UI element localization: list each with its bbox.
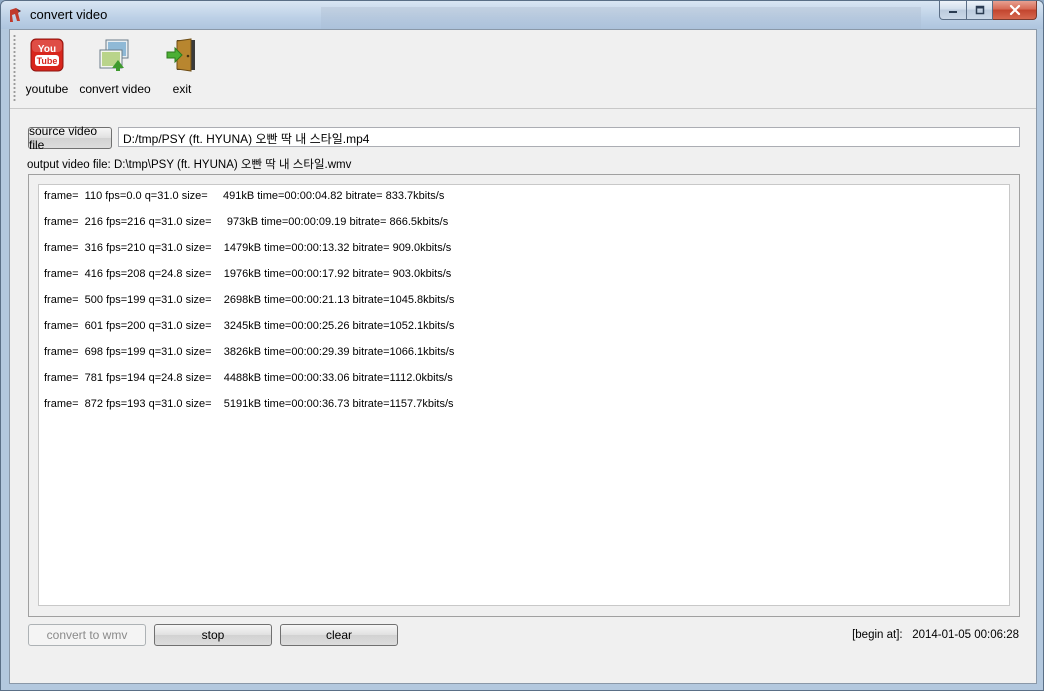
log-line: frame= 110 fps=0.0 q=31.0 size= 491kB ti… — [44, 190, 445, 202]
clear-button[interactable]: clear — [280, 624, 398, 646]
window-title: convert video — [30, 7, 108, 22]
app-logo-icon[interactable] — [8, 7, 24, 23]
youtube-label: youtube — [25, 82, 69, 96]
convert-to-wmv-button[interactable]: convert to wmv — [28, 624, 146, 646]
begin-time: 2014-01-05 00:06:28 — [912, 629, 1019, 641]
toolbar: You Tube youtube convert video exit — [10, 30, 1036, 109]
exit-door-icon — [166, 38, 195, 72]
log-line: frame= 416 fps=208 q=24.8 size= 1976kB t… — [44, 268, 452, 280]
log-line: frame= 872 fps=193 q=31.0 size= 5191kB t… — [44, 398, 454, 410]
svg-text:You: You — [38, 44, 56, 55]
convert-video-icon — [99, 39, 129, 71]
minimize-icon — [949, 11, 957, 13]
output-file-label: output video file: D:\tmp\PSY (ft. HYUNA… — [27, 159, 352, 171]
begin-time-status: [begin at]: 2014-01-05 00:06:28 — [852, 629, 1019, 641]
close-button[interactable] — [993, 1, 1037, 20]
log-output[interactable]: frame= 110 fps=0.0 q=31.0 size= 491kB ti… — [38, 184, 1010, 606]
begin-label: [begin at]: — [852, 629, 903, 641]
log-line: frame= 781 fps=194 q=24.8 size= 4488kB t… — [44, 372, 453, 384]
source-path-field[interactable]: D:/tmp/PSY (ft. HYUNA) 오빤 딱 내 스타일.mp4 — [118, 127, 1020, 147]
log-line: frame= 316 fps=210 q=31.0 size= 1479kB t… — [44, 242, 452, 254]
exit-label: exit — [172, 82, 192, 96]
maximize-icon — [975, 5, 984, 15]
maximize-button[interactable] — [967, 1, 993, 20]
title-bar-background — [321, 7, 921, 29]
title-bar[interactable]: convert video — [1, 1, 1043, 29]
log-group: frame= 110 fps=0.0 q=31.0 size= 491kB ti… — [28, 174, 1020, 617]
svg-text:Tube: Tube — [37, 56, 58, 66]
youtube-button[interactable]: You Tube youtube — [24, 36, 70, 102]
log-line: frame= 500 fps=199 q=31.0 size= 2698kB t… — [44, 294, 455, 306]
minimize-button[interactable] — [939, 1, 967, 20]
toolbar-grip[interactable] — [13, 34, 16, 102]
log-line: frame= 698 fps=199 q=31.0 size= 3826kB t… — [44, 346, 455, 358]
log-line: frame= 216 fps=216 q=31.0 size= 973kB ti… — [44, 216, 449, 228]
close-icon — [1009, 4, 1020, 16]
source-video-file-button[interactable]: source video file — [28, 124, 112, 152]
convert-video-label: convert video — [79, 82, 151, 96]
window-controls — [939, 1, 1037, 21]
app-window: convert video You Tube youtube convert v… — [0, 0, 1044, 691]
client-area: You Tube youtube convert video exit sour… — [9, 29, 1037, 684]
convert-video-button[interactable]: convert video — [79, 36, 151, 102]
log-line: frame= 601 fps=200 q=31.0 size= 3245kB t… — [44, 320, 455, 332]
stop-button[interactable]: stop — [154, 624, 272, 646]
exit-button[interactable]: exit — [162, 36, 202, 102]
youtube-icon: You Tube — [30, 38, 64, 72]
